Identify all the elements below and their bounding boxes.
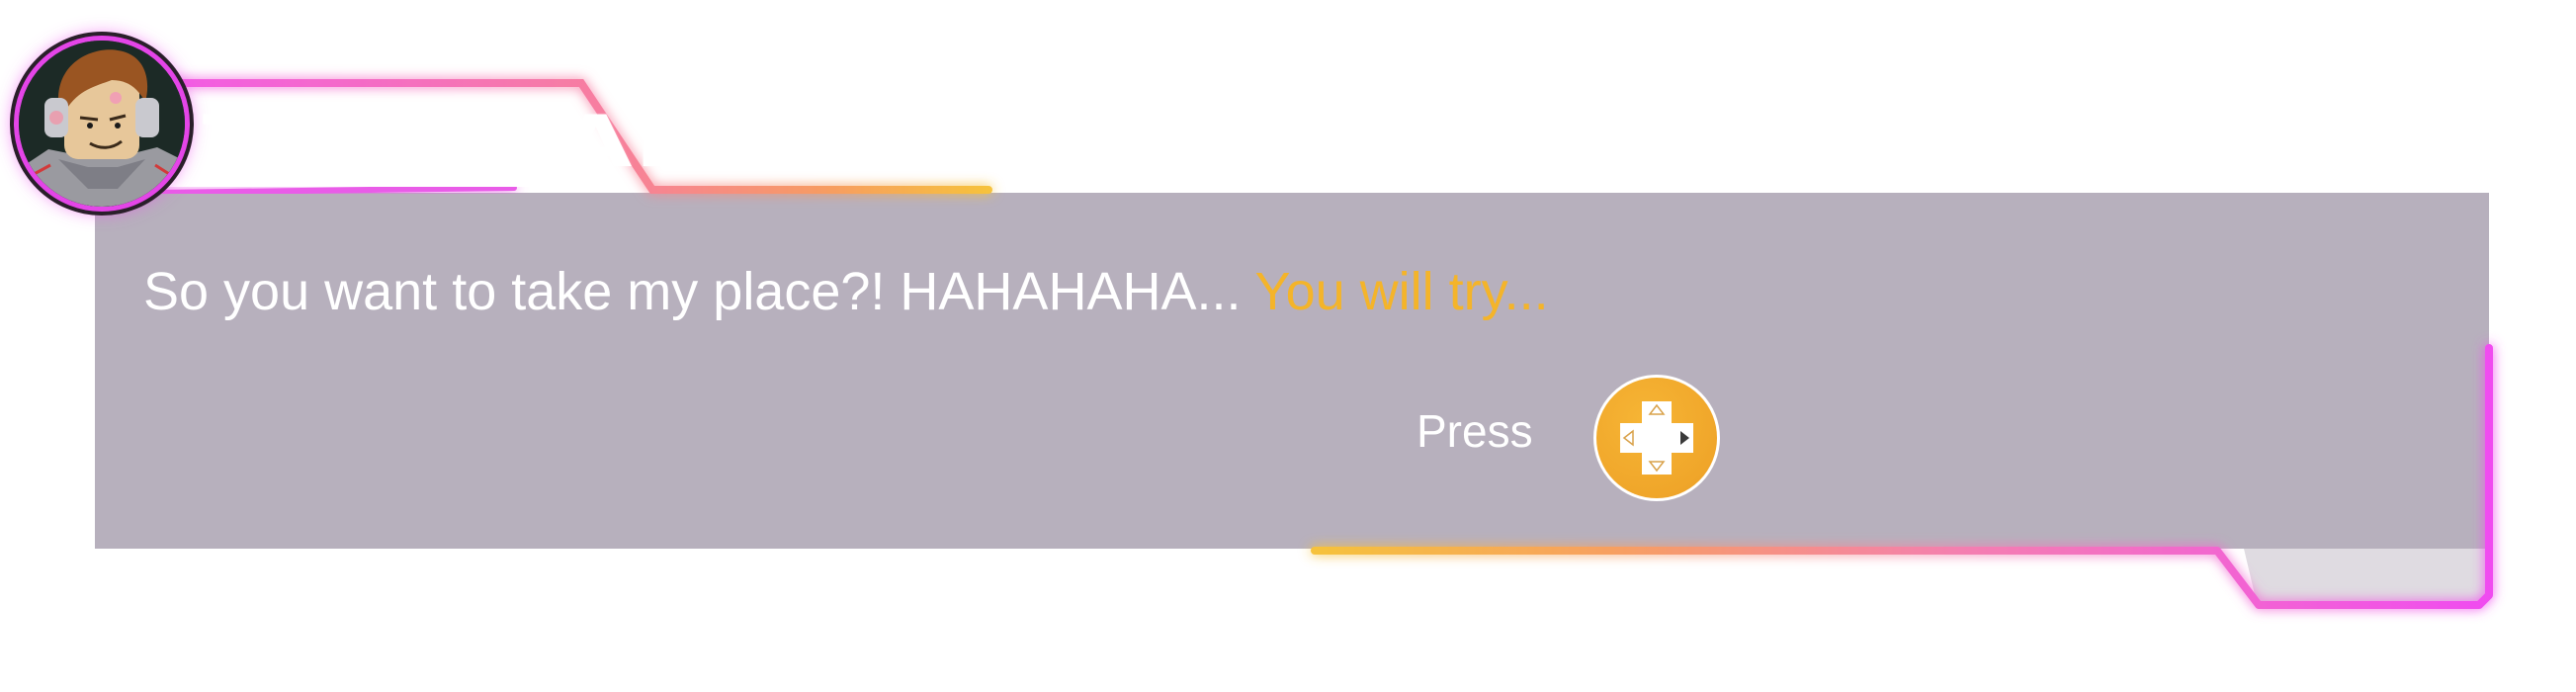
name-underline	[155, 185, 517, 196]
speaker-avatar	[14, 36, 190, 212]
dialog-panel-tab	[2244, 549, 2489, 603]
dialogue-highlight: You will try...	[1254, 262, 1549, 321]
dialogue-main: So you want to take my place?! HAHAHAHA.…	[143, 262, 1255, 321]
dialogue-text: So you want to take my place?! HAHAHAHA.…	[143, 255, 1549, 328]
dialog-panel	[95, 193, 2489, 549]
top-man-portrait-icon	[19, 41, 185, 207]
advance-button[interactable]	[1593, 375, 1720, 501]
speaker-name: TOP-MAN	[203, 100, 717, 183]
dialog-box: TOP-MAN So you want to take my place?! H…	[0, 0, 2576, 692]
press-prompt-label: Press	[1417, 405, 1533, 457]
dpad-icon	[1620, 401, 1693, 475]
